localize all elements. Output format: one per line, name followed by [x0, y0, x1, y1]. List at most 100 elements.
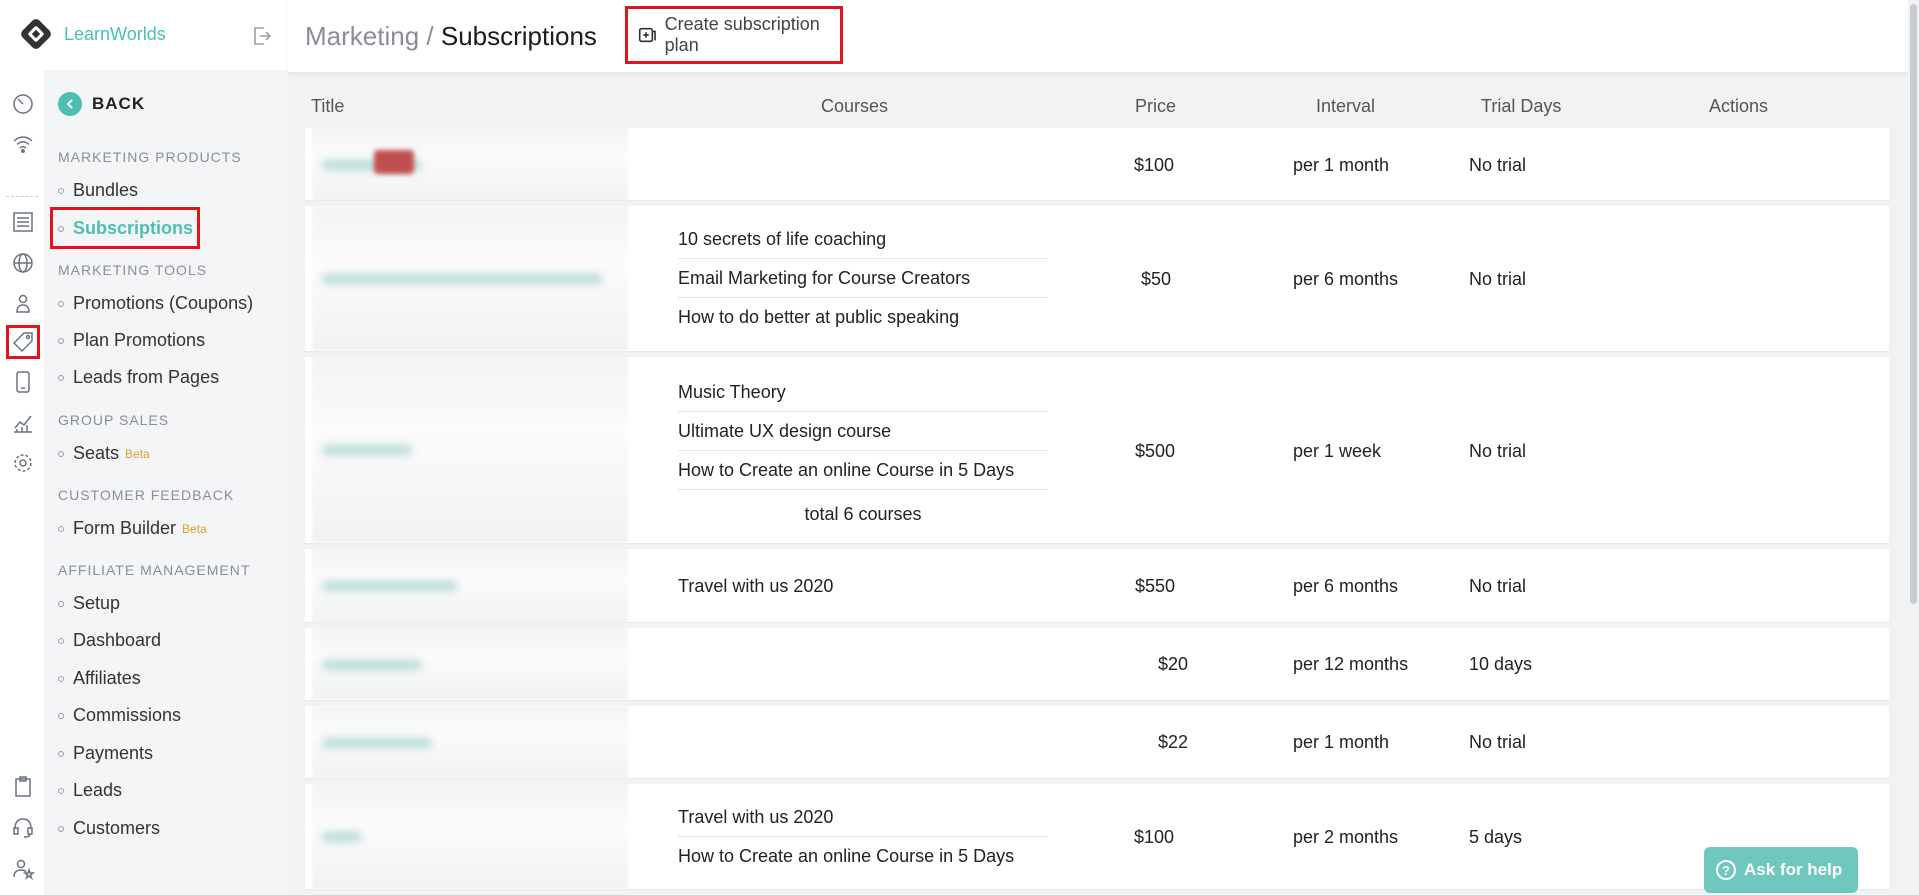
section-affiliate-management: AFFILIATE MANAGEMENT [58, 562, 251, 578]
section-marketing-products: MARKETING PRODUCTS [58, 149, 242, 165]
marketing-sidebar: LearnWorlds BACK MARKETING PRODUCTS Bund… [44, 0, 288, 895]
sidebar-item-seats[interactable]: Seats Beta [58, 443, 150, 464]
col-price: Price [1135, 96, 1177, 116]
course-item: How to Create an online Course in 5 Days [678, 451, 1048, 490]
trial-cell: 5 days [1469, 827, 1523, 847]
course-item: 10 secrets of life coaching [678, 220, 1048, 259]
price-cell: $100 [1134, 155, 1175, 175]
sidebar-item-bundles[interactable]: Bundles [58, 180, 138, 201]
beta-badge: Beta [182, 521, 207, 536]
course-item: Email Marketing for Course Creators [678, 259, 1048, 298]
trial-cell: No trial [1469, 441, 1527, 461]
trial-cell: No trial [1469, 155, 1527, 175]
headset-support-icon[interactable] [10, 814, 36, 840]
price-cell: $550 [1135, 576, 1176, 596]
sidebar-item-label: Customers [73, 818, 161, 838]
create-plan-icon [638, 27, 656, 43]
sidebar-item-setup[interactable]: Setup [58, 593, 120, 614]
courses-total[interactable]: total 6 courses [678, 495, 1048, 534]
sidebar-item-label: Commissions [73, 705, 182, 725]
blurred-title[interactable] [312, 549, 628, 622]
globe-icon[interactable] [10, 250, 36, 276]
breadcrumb-marketing[interactable]: Marketing [305, 21, 419, 51]
blurred-title[interactable] [312, 128, 628, 200]
blurred-title[interactable] [312, 706, 628, 778]
sidebar-item-label: Form Builder [73, 518, 177, 538]
sidebar-item-promotions[interactable]: Promotions (Coupons) [58, 293, 253, 314]
blurred-title[interactable] [312, 206, 628, 351]
table-header: Title Courses Price Interval Trial Days … [305, 88, 1889, 124]
chevron-left-icon [58, 92, 82, 116]
sidebar-item-form-builder[interactable]: Form Builder Beta [58, 518, 207, 539]
interval-cell: per 6 months [1293, 576, 1399, 596]
sidebar-item-label: Affiliates [73, 668, 141, 688]
create-subscription-plan-button[interactable]: Create subscription plan [625, 6, 843, 64]
interval-cell: per 2 months [1293, 827, 1399, 847]
mobile-device-icon[interactable] [10, 369, 36, 395]
price-cell: $20 [1158, 654, 1189, 674]
sidebar-item-label: Payments [73, 743, 154, 763]
sidebar-item-label: Seats [73, 443, 120, 463]
pages-list-icon[interactable] [10, 209, 36, 235]
brand-name: LearnWorlds [64, 24, 166, 44]
question-mark-icon: ? [1716, 860, 1736, 880]
sidebar-item-label: Leads from Pages [73, 367, 220, 387]
learnworlds-logo-icon[interactable] [18, 16, 54, 52]
sidebar-item-dashboard[interactable]: Dashboard [58, 630, 161, 651]
users-icon[interactable] [10, 290, 36, 316]
settings-gear-icon[interactable] [10, 450, 36, 476]
course-item: How to Create an online Course in 5 Days [678, 846, 1015, 866]
user-star-icon[interactable] [10, 855, 36, 881]
sidebar-item-label: Promotions (Coupons) [73, 293, 254, 313]
clipboard-icon[interactable] [10, 774, 36, 800]
analytics-chart-icon[interactable] [10, 410, 36, 436]
ask-for-help-label: Ask for help [1744, 860, 1843, 879]
course-item: Ultimate UX design course [678, 412, 1048, 451]
section-customer-feedback: CUSTOMER FEEDBACK [58, 487, 235, 503]
dashboard-gauge-icon[interactable] [10, 90, 36, 116]
table-row: 10 secrets of life coaching Email Market… [305, 206, 1889, 352]
trial-cell: No trial [1469, 269, 1527, 289]
back-button[interactable]: BACK [58, 92, 145, 116]
col-interval: Interval [1316, 96, 1376, 116]
breadcrumb-separator: / [426, 21, 434, 51]
interval-cell: per 1 month [1293, 732, 1390, 752]
col-title: Title [311, 96, 345, 116]
sidebar-item-customers[interactable]: Customers [58, 818, 160, 839]
create-plan-label: Create subscription plan [664, 14, 820, 55]
highlight-subscriptions [50, 207, 200, 249]
scrollbar-thumb[interactable] [1910, 4, 1917, 604]
blurred-title[interactable] [312, 357, 628, 543]
price-cell: $100 [1134, 827, 1175, 847]
sidebar-item-leads-from-pages[interactable]: Leads from Pages [58, 367, 219, 388]
sidebar-item-label: Setup [73, 593, 121, 613]
sidebar-item-leads[interactable]: Leads [58, 780, 122, 801]
interval-cell: per 1 month [1293, 155, 1390, 175]
page-header: Marketing / Subscriptions Create subscri… [288, 0, 1908, 72]
price-cell: $500 [1135, 441, 1176, 461]
interval-cell: per 12 months [1293, 654, 1409, 674]
sidebar-item-label: Leads [73, 780, 123, 800]
ask-for-help-button[interactable]: ? Ask for help [1704, 847, 1858, 893]
collapse-sidebar-icon[interactable] [250, 24, 274, 48]
course-item: Travel with us 2020 [678, 576, 834, 596]
sidebar-item-commissions[interactable]: Commissions [58, 705, 181, 726]
beta-badge: Beta [125, 446, 150, 461]
table-row: Travel with us 2020 $550 per 6 months No… [305, 549, 1889, 623]
sidebar-item-affiliates[interactable]: Affiliates [58, 668, 141, 689]
price-cell: $50 [1141, 269, 1172, 289]
course-item: Music Theory [678, 373, 1048, 412]
price-cell: $22 [1158, 732, 1189, 752]
blurred-title[interactable] [312, 628, 628, 700]
section-group-sales: GROUP SALES [58, 412, 170, 428]
icon-rail [0, 0, 44, 895]
table-row: Music Theory Ultimate UX design course H… [305, 357, 1889, 544]
wifi-icon[interactable] [10, 131, 36, 157]
sidebar-item-payments[interactable]: Payments [58, 743, 153, 764]
courses-list: 10 secrets of life coaching Email Market… [678, 220, 1048, 337]
price-tag-icon[interactable] [6, 325, 40, 359]
blurred-title[interactable] [312, 784, 628, 889]
col-trial-days: Trial Days [1481, 96, 1562, 116]
scrollbar[interactable] [1908, 0, 1919, 895]
sidebar-item-plan-promotions[interactable]: Plan Promotions [58, 330, 205, 351]
